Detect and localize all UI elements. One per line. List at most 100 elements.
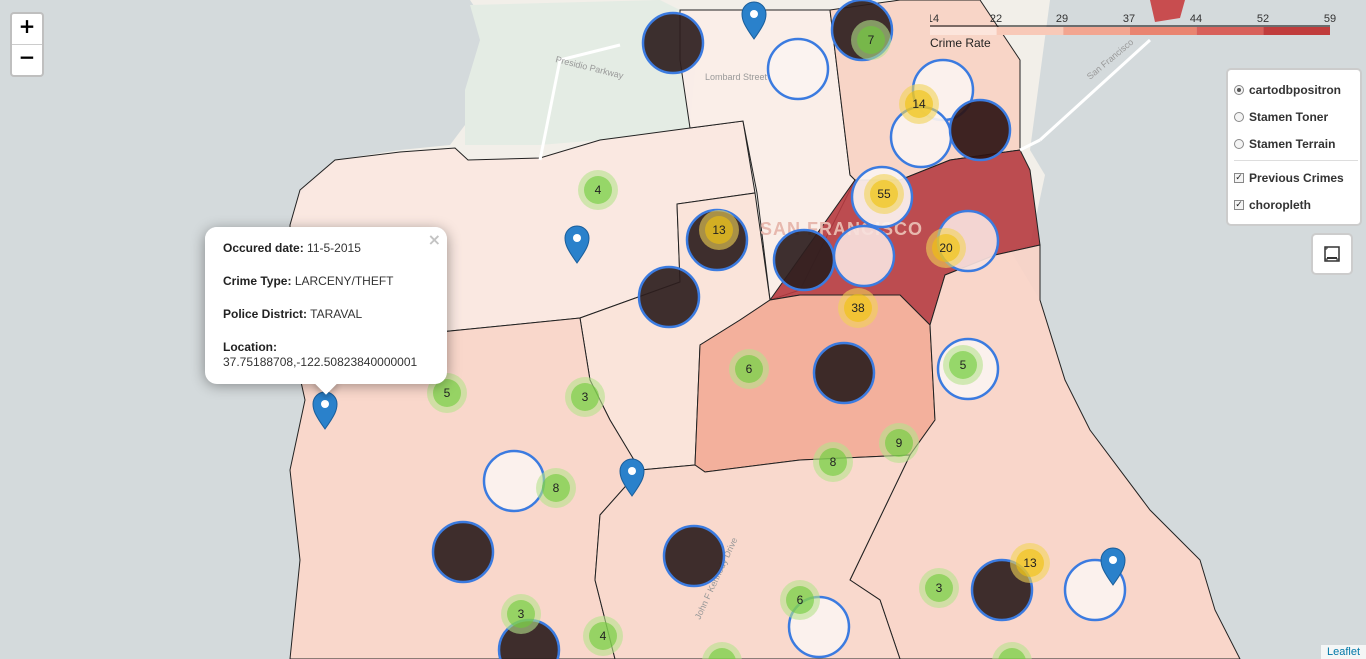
legend-tick: 29 (1056, 13, 1068, 25)
overlay-previous-crimes[interactable]: ✓ Previous Crimes (1234, 164, 1358, 191)
cluster-marker[interactable]: 3 (919, 568, 959, 608)
cluster-marker[interactable]: 8 (536, 468, 576, 508)
cluster-count: 38 (851, 301, 865, 315)
layer-control: cartodbpositron Stamen Toner Stamen Terr… (1226, 68, 1362, 226)
base-layer-cartodbpositron[interactable]: cartodbpositron (1234, 76, 1358, 103)
popup-date-value: 11-5-2015 (307, 241, 361, 255)
cluster-count: 14 (912, 97, 926, 111)
cluster-marker[interactable]: 4 (578, 170, 618, 210)
crime-circle-dark[interactable] (662, 524, 726, 588)
radio-icon[interactable] (1234, 84, 1244, 95)
crime-circle-light[interactable] (766, 37, 830, 101)
legend-tick: 52 (1257, 13, 1269, 25)
street-label-lombard: Lombard Street (705, 72, 768, 82)
attribution-link[interactable]: Leaflet (1320, 645, 1366, 659)
cluster-count: 20 (939, 241, 953, 255)
cluster-marker[interactable]: 3 (565, 377, 605, 417)
crime-popup: × Occured date: 11-5-2015 Crime Type: LA… (205, 227, 447, 395)
cluster-count: 9 (896, 436, 903, 450)
cluster-marker[interactable]: 8 (813, 442, 853, 482)
cluster-count: 3 (582, 390, 589, 404)
legend-tick: 59 (1324, 13, 1336, 25)
legend-swatch (996, 27, 1064, 35)
cluster-count: 4 (595, 183, 602, 197)
cluster-count: 5 (444, 386, 451, 400)
cluster-marker[interactable]: 5 (943, 345, 983, 385)
crime-circle-dark[interactable] (431, 520, 495, 584)
cluster-marker[interactable]: 55 (864, 174, 904, 214)
legend-title: Crime Rate (930, 36, 991, 50)
legend-tick: 44 (1190, 13, 1202, 25)
cluster-marker[interactable]: 13 (1010, 543, 1050, 583)
cluster-count: 3 (518, 607, 525, 621)
overlay-choropleth[interactable]: ✓ choropleth (1234, 191, 1358, 218)
zoom-in-button[interactable]: + (12, 14, 42, 44)
radio-icon[interactable] (1234, 138, 1244, 149)
cluster-count: 8 (830, 455, 837, 469)
layer-label: Previous Crimes (1249, 170, 1344, 185)
legend-color-scale (930, 27, 1330, 35)
crime-circle-dark[interactable] (948, 98, 1012, 162)
cluster-count: 8 (553, 481, 560, 495)
popup-date: Occured date: 11-5-2015 (223, 241, 429, 256)
legend-tick: 37 (1123, 13, 1135, 25)
popup-type-label: Crime Type: (223, 274, 292, 288)
popup-district-value: TARAVAL (310, 307, 363, 321)
cluster-count: 55 (877, 187, 891, 201)
legend-tick: 14 (930, 13, 939, 25)
legend-swatch (1063, 27, 1130, 35)
fullscreen-icon (1324, 246, 1340, 262)
crime-circle-dark[interactable] (637, 265, 701, 329)
cluster-count: 6 (797, 593, 804, 607)
fullscreen-button[interactable] (1311, 233, 1353, 275)
cluster-count: 13 (712, 223, 726, 237)
radio-icon[interactable] (1234, 111, 1244, 122)
checkbox-icon[interactable]: ✓ (1234, 172, 1244, 183)
layer-label: choropleth (1249, 197, 1311, 212)
crime-circle-light[interactable] (482, 449, 546, 513)
cluster-count: 7 (868, 33, 875, 47)
cluster-marker[interactable]: 38 (838, 288, 878, 328)
legend-swatch (930, 27, 997, 35)
layer-label: Stamen Toner (1249, 109, 1329, 124)
layer-label: cartodbpositron (1249, 82, 1341, 97)
crime-rate-legend: 14 22 29 37 44 52 59 Crime Rate (930, 13, 1336, 50)
layer-label: Stamen Terrain (1249, 136, 1336, 151)
popup-district: Police District: TARAVAL (223, 307, 429, 322)
cluster-marker[interactable]: 7 (851, 20, 891, 60)
cluster-marker[interactable]: 6 (729, 349, 769, 389)
legend-swatch (1196, 27, 1264, 35)
crime-circle-dark[interactable] (772, 228, 836, 292)
base-layer-stamen-terrain[interactable]: Stamen Terrain (1234, 130, 1358, 157)
cluster-count: 5 (960, 358, 967, 372)
legend-swatch (1263, 27, 1330, 35)
crime-circle-dark[interactable] (812, 341, 876, 405)
cluster-count: 3 (936, 581, 943, 595)
base-layer-stamen-toner[interactable]: Stamen Toner (1234, 103, 1358, 130)
cluster-count: 6 (746, 362, 753, 376)
popup-location: Location: 37.75188708,-122.50823840000001 (223, 340, 429, 370)
popup-date-label: Occured date: (223, 241, 304, 255)
popup-district-label: Police District: (223, 307, 308, 321)
cluster-marker[interactable]: 14 (899, 84, 939, 124)
zoom-control: + − (10, 12, 44, 77)
popup-type-value: LARCENY/THEFT (294, 274, 394, 288)
crime-circle-light[interactable] (832, 224, 896, 288)
zoom-out-button[interactable]: − (12, 44, 42, 75)
cluster-marker[interactable]: 3 (501, 594, 541, 634)
layer-separator (1234, 160, 1358, 161)
legend-tick: 22 (990, 13, 1002, 25)
cluster-marker[interactable]: 4 (583, 616, 623, 656)
cluster-count: 4 (600, 629, 607, 643)
crime-circle-dark[interactable] (641, 11, 705, 75)
cluster-marker[interactable]: 6 (780, 580, 820, 620)
popup-location-value: 37.75188708,-122.50823840000001 (223, 355, 418, 369)
cluster-marker[interactable]: 9 (879, 423, 919, 463)
popup-type: Crime Type: LARCENY/THEFT (223, 274, 429, 289)
checkbox-icon[interactable]: ✓ (1234, 199, 1244, 210)
cluster-marker[interactable]: 13 (699, 210, 739, 250)
popup-close-button[interactable]: × (428, 230, 441, 249)
legend-swatch (1130, 27, 1197, 35)
cluster-marker[interactable]: 20 (926, 228, 966, 268)
popup-location-label: Location: (223, 340, 277, 354)
